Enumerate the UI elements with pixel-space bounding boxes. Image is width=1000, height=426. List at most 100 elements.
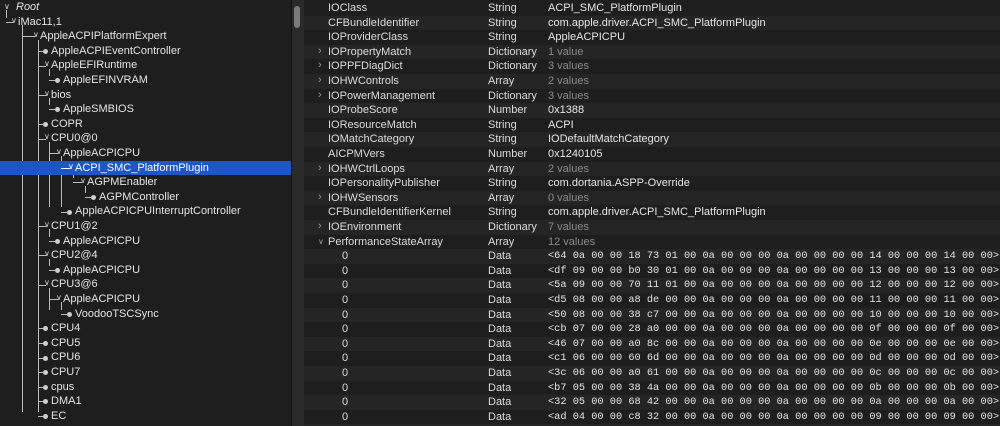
- property-row[interactable]: › IOHWControls Array 2 values: [304, 74, 1000, 89]
- property-row[interactable]: IOPersonalityPublisher String com.dortania…: [304, 176, 1000, 191]
- property-row[interactable]: 0 Data <df 09 00 00 b0 30 01 00 0a 00 00 0…: [304, 264, 1000, 279]
- tree-row[interactable]: cpus: [0, 380, 291, 395]
- property-row[interactable]: 0 Data <5a 09 00 00 70 11 01 00 0a 00 00 0…: [304, 278, 1000, 293]
- collapsed-chevron-icon[interactable]: ›: [318, 219, 322, 234]
- property-row[interactable]: CFBundleIdentifier String com.apple.driver…: [304, 15, 1000, 31]
- tree-row[interactable]: ∨ AppleACPICPU: [0, 146, 291, 161]
- disclosure-chevron-icon[interactable]: ∨: [56, 145, 62, 160]
- property-key: 0: [342, 367, 349, 379]
- disclosure-chevron-icon[interactable]: ∨: [44, 247, 50, 262]
- properties-table: IOClass String ACPI_SMC_PlatformPlugin CFBu…: [304, 0, 1000, 426]
- tree-row[interactable]: ∨ iMac11,1: [0, 15, 291, 30]
- property-row[interactable]: › IOPowerManagement Dictionary 3 values: [304, 89, 1000, 104]
- property-value: 2 values: [548, 162, 589, 175]
- property-row[interactable]: IOProbeScore Number 0x1388: [304, 103, 1000, 118]
- disclosure-chevron-icon[interactable]: ∨: [80, 174, 86, 189]
- tree-row[interactable]: ∨ AppleEFIRuntime: [0, 58, 291, 73]
- collapsed-chevron-icon[interactable]: ›: [318, 161, 322, 176]
- tree-row[interactable]: EC: [0, 409, 291, 424]
- property-row[interactable]: › IOEnvironment Dictionary 7 values: [304, 220, 1000, 235]
- disclosure-chevron-icon[interactable]: ∨: [44, 218, 50, 233]
- tree-row[interactable]: AppleACPICPU: [0, 234, 291, 249]
- property-value: 0 values: [548, 191, 589, 204]
- property-row[interactable]: › IOHWCtrlLoops Array 2 values: [304, 161, 1000, 177]
- property-row[interactable]: 0 Data <cb 07 00 00 28 a0 00 00 0a 00 00 0…: [304, 322, 1000, 337]
- tree-row[interactable]: COPR: [0, 117, 291, 132]
- tree-row[interactable]: ∨ AGPMEnabler: [0, 175, 291, 190]
- tree-row[interactable]: ∨ AppleACPICPU: [0, 292, 291, 307]
- tree-node-label: AppleSMBIOS: [63, 103, 134, 116]
- property-row[interactable]: › IOPPFDiagDict Dictionary 3 values: [304, 59, 1000, 74]
- collapsed-chevron-icon[interactable]: ›: [318, 73, 322, 88]
- disclosure-chevron-icon[interactable]: ∨: [44, 130, 50, 145]
- tree-row[interactable]: CPU4: [0, 321, 291, 336]
- property-row[interactable]: ∨ PerformanceStateArray Array 12 values: [304, 235, 1000, 250]
- tree-row[interactable]: AppleEFINVRAM: [0, 73, 291, 88]
- property-row[interactable]: IOProviderClass String AppleACPICPU: [304, 30, 1000, 45]
- property-row[interactable]: AICPMVers Number 0x1240105: [304, 147, 1000, 162]
- property-row[interactable]: 0 Data <50 08 00 00 38 c7 00 00 0a 00 00 0…: [304, 307, 1000, 323]
- tree-row[interactable]: ∨ CPU3@6: [0, 277, 291, 292]
- property-row[interactable]: 0 Data <46 07 00 00 a0 8c 00 00 0a 00 00 0…: [304, 336, 1000, 352]
- tree-row[interactable]: AppleACPIEventController: [0, 44, 291, 59]
- property-row[interactable]: IOResourceMatch String ACPI: [304, 118, 1000, 133]
- tree-node-label: AGPMController: [99, 190, 180, 203]
- tree-row[interactable]: ∨ CPU0@0: [0, 131, 291, 146]
- property-key: IOHWControls: [328, 75, 399, 87]
- expanded-chevron-icon[interactable]: ∨: [318, 235, 324, 250]
- property-row[interactable]: IOMatchCategory String IODefaultMatchCateg…: [304, 132, 1000, 147]
- property-type: Data: [488, 279, 512, 292]
- disclosure-chevron-icon[interactable]: ∨: [56, 291, 62, 306]
- tree-row[interactable]: CPU6: [0, 350, 291, 365]
- tree-scrollbar-thumb[interactable]: [294, 6, 300, 28]
- disclosure-chevron-icon[interactable]: ∨: [44, 87, 50, 102]
- property-row[interactable]: › IOPropertyMatch Dictionary 1 value: [304, 44, 1000, 60]
- collapsed-chevron-icon[interactable]: ›: [318, 44, 322, 59]
- collapsed-chevron-icon[interactable]: ›: [318, 190, 322, 205]
- tree-row[interactable]: VoodooTSCSync: [0, 307, 291, 322]
- property-row[interactable]: CFBundleIdentifierKernel String com.apple.…: [304, 205, 1000, 220]
- property-key: IOMatchCategory: [328, 133, 415, 146]
- tree-row[interactable]: ∨ bios: [0, 88, 291, 103]
- tree-row[interactable]: DMA1: [0, 394, 291, 409]
- disclosure-chevron-icon[interactable]: ∨: [33, 28, 39, 43]
- property-type: Number: [488, 104, 528, 117]
- property-type: String: [488, 2, 517, 14]
- property-row[interactable]: 0 Data <b7 05 00 00 38 4a 00 00 0a 00 00 0…: [304, 381, 1000, 396]
- collapsed-chevron-icon[interactable]: ›: [318, 88, 322, 103]
- split-divider[interactable]: [291, 0, 305, 426]
- property-row[interactable]: 0 Data <ad 04 00 00 c8 32 00 00 0a 00 00 0…: [304, 410, 1000, 425]
- disclosure-chevron-icon[interactable]: ∨: [44, 57, 50, 72]
- tree-row[interactable]: CPU5: [0, 336, 291, 351]
- tree-row[interactable]: ∨ CPU2@4: [0, 248, 291, 263]
- tree-root-row[interactable]: ∨ Root: [0, 0, 291, 15]
- property-row[interactable]: 0 Data <3c 06 00 00 a0 61 00 00 0a 00 00 0…: [304, 366, 1000, 381]
- property-type: Dictionary: [488, 89, 537, 102]
- tree-row[interactable]: ∨ AppleACPIPlatformExpert: [0, 29, 291, 44]
- tree-node-label: CPU6: [51, 351, 81, 364]
- property-row[interactable]: 0 Data <d5 08 00 00 a8 de 00 00 0a 00 00 0…: [304, 293, 1000, 308]
- property-row[interactable]: 0 Data <32 05 00 00 68 42 00 00 0a 00 00 0…: [304, 395, 1000, 410]
- tree-row[interactable]: ∨ CPU1@2: [0, 219, 291, 234]
- property-key: CFBundleIdentifierKernel: [328, 206, 451, 219]
- tree-row[interactable]: AppleACPICPUInterruptController: [0, 204, 291, 219]
- tree-row[interactable]: AppleACPICPU: [0, 263, 291, 278]
- tree-row[interactable]: AGPMController: [0, 190, 291, 205]
- property-row[interactable]: 0 Data <64 0a 00 00 18 73 01 00 0a 00 00 0…: [304, 249, 1000, 264]
- collapsed-chevron-icon[interactable]: ›: [318, 58, 322, 73]
- property-row[interactable]: 0 Data <c1 06 00 00 60 6d 00 00 0a 00 00 0…: [304, 351, 1000, 366]
- property-value: 1 value: [548, 45, 584, 58]
- leaf-dot-icon: [43, 341, 48, 347]
- disclosure-chevron-icon[interactable]: ∨: [68, 160, 74, 175]
- tree-row[interactable]: AppleSMBIOS: [0, 102, 291, 117]
- property-row[interactable]: IOClass String ACPI_SMC_PlatformPlugin: [304, 1, 1000, 16]
- tree-row-selected[interactable]: ∨ ACPI_SMC_PlatformPlugin: [0, 160, 291, 176]
- property-value: 3 values: [548, 60, 589, 73]
- property-value: 0x1388: [548, 104, 585, 117]
- property-key: 0: [342, 352, 349, 365]
- disclosure-chevron-icon[interactable]: ∨: [44, 276, 50, 291]
- tree-row[interactable]: CPU7: [0, 365, 291, 380]
- property-value: <c1 06 00 00 60 6d 00 00 0a 00 00 00 0a …: [548, 352, 1000, 365]
- property-row[interactable]: › IOHWSensors Array 0 values: [304, 190, 1000, 206]
- disclosure-chevron-icon[interactable]: ∨: [11, 14, 17, 29]
